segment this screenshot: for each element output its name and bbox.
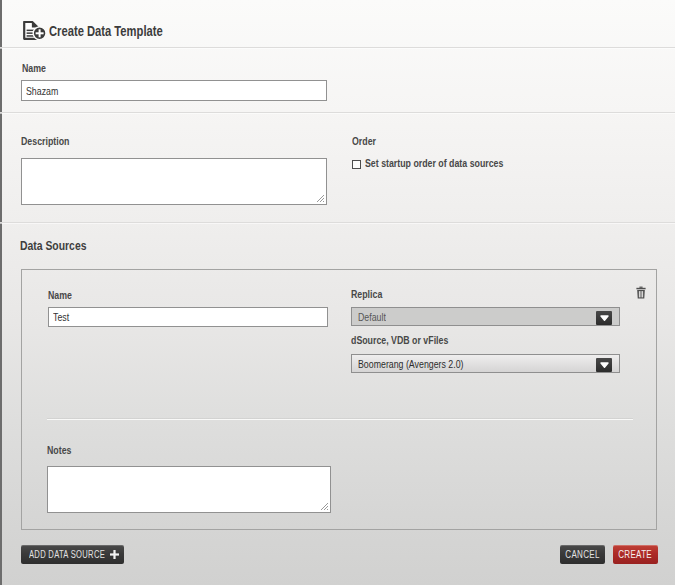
resize-grip-icon[interactable] [320,502,329,511]
startup-order-checkbox-label-text: Set startup order of data sources [365,158,503,169]
description-label-text: Description [21,136,69,147]
divider-name [0,112,675,113]
trash-icon [636,286,646,299]
replica-label: Replica [351,289,390,300]
name-input[interactable]: Shazam [21,80,327,101]
replica-label-text: Replica [351,289,382,300]
replica-select[interactable]: Default [351,307,620,326]
source-select-value: Boomerang (Avengers 2.0) [358,358,490,370]
source-select-button[interactable] [596,358,612,372]
startup-order-checkbox-label: Set startup order of data sources [365,158,538,169]
create-button[interactable]: CREATE [613,545,658,564]
source-name-input-value: Test [53,311,73,323]
order-label: Order [352,136,382,147]
document-add-icon [22,21,46,44]
plus-icon [110,550,119,559]
cancel-button[interactable]: CANCEL [560,545,605,564]
startup-order-checkbox[interactable] [352,160,361,169]
add-data-source-button[interactable]: ADD DATA SOURCE [21,545,124,564]
source-name-label-text: Name [48,290,72,301]
delete-data-source-button[interactable] [636,285,646,298]
dropdown-arrow-icon [600,362,609,368]
data-sources-heading: Data Sources [20,239,103,252]
replica-select-value: Default [358,311,393,323]
source-type-label-text: dSource, VDB or vFiles [351,335,448,346]
create-button-label: CREATE [619,549,653,560]
source-type-label: dSource, VDB or vFiles [351,335,473,346]
replica-select-button[interactable] [596,311,612,325]
notes-label: Notes [47,445,78,456]
data-source-panel: Name Test Replica Default dSource, VDB o… [21,269,657,530]
description-label: Description [21,136,82,147]
name-label-text: Name [22,63,46,74]
data-sources-heading-text: Data Sources [20,239,86,252]
source-name-label: Name [48,290,78,301]
source-select[interactable]: Boomerang (Avengers 2.0) [351,354,620,373]
dropdown-arrow-icon [600,315,609,321]
page-title-text: Create Data Template [49,24,163,38]
window-left-border [0,0,2,585]
page-title: Create Data Template [49,24,191,38]
name-input-value: Shazam [26,85,66,97]
notes-label-text: Notes [47,445,71,456]
notes-textarea[interactable] [47,466,331,513]
source-name-input[interactable]: Test [48,307,328,327]
create-data-template-dialog: Create Data Template Name Shazam Descrip… [0,0,675,585]
divider-top [0,47,675,48]
resize-grip-icon[interactable] [316,194,325,203]
divider-description [0,222,675,223]
panel-divider [47,419,633,420]
order-label-text: Order [352,136,376,147]
cancel-button-label: CANCEL [565,549,599,560]
add-data-source-button-label: ADD DATA SOURCE [29,549,105,560]
description-textarea[interactable] [21,158,327,205]
name-label: Name [22,63,52,74]
